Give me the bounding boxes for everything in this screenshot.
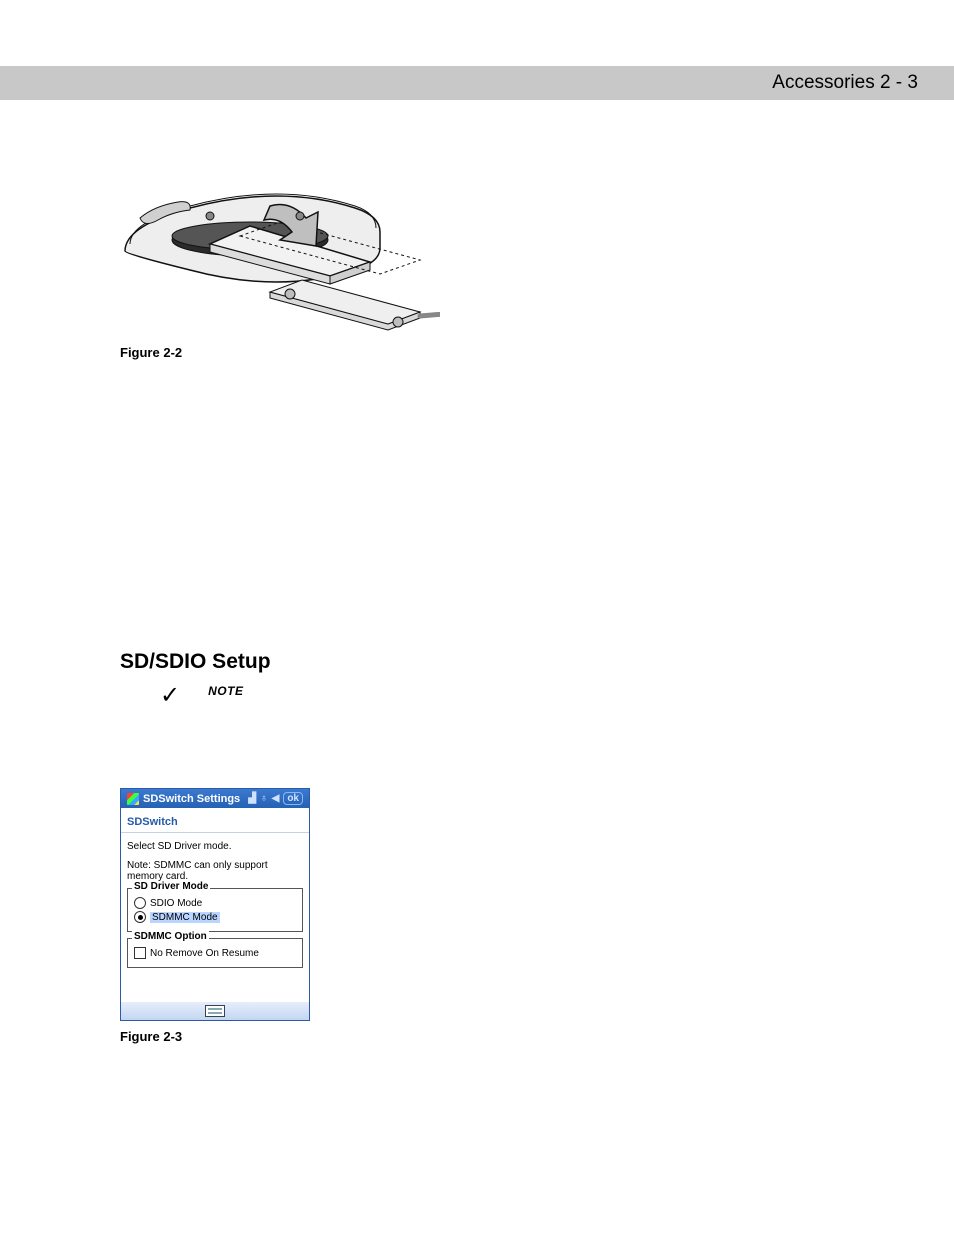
sdmmc-mode-row[interactable]: SDMMC Mode [134,911,296,923]
checkbox-icon[interactable] [134,947,146,959]
screen-footer [121,1002,309,1020]
figure-2-2-caption: Figure 2-2 [120,345,894,360]
screen-line2: Note: SDMMC can only support memory card… [127,860,303,882]
sdio-mode-label: SDIO Mode [150,898,202,909]
page-content: Figure 2-2 SD/SDIO Setup ✓ NOTE SDSwitch… [0,100,954,1104]
ok-button[interactable]: ok [283,792,303,805]
sdmmc-mode-label: SDMMC Mode [150,912,220,923]
screen-titlebar: SDSwitch Settings ▟ ♁ ◀ ok [121,789,309,808]
sdio-mode-row[interactable]: SDIO Mode [134,897,296,909]
keyboard-icon[interactable] [205,1005,225,1017]
page-header: Accessories 2 - 3 [0,66,954,100]
windows-flag-icon [127,793,139,805]
note-label: NOTE [208,684,243,698]
sd-card-insert-illustration [120,166,440,336]
screen-line1: Select SD Driver mode. [127,841,303,852]
figure-2-2: Figure 2-2 [120,166,894,360]
note-block: ✓ NOTE [160,684,894,708]
checkmark-icon: ✓ [160,684,180,708]
figure-2-3-caption: Figure 2-3 [120,1029,894,1044]
no-remove-label: No Remove On Resume [150,948,259,959]
speaker-icon: ◀ [272,793,280,804]
network-icon: ♁ [260,793,268,804]
signal-icon: ▟ [248,793,256,804]
screen-body: Select SD Driver mode. Note: SDMMC can o… [121,833,309,1002]
sdmmc-option-group: SDMMC Option No Remove On Resume [127,938,303,968]
radio-unchecked-icon[interactable] [134,897,146,909]
radio-checked-icon[interactable] [134,911,146,923]
screen-title-text: SDSwitch Settings [143,793,240,805]
no-remove-row[interactable]: No Remove On Resume [134,947,296,959]
sd-driver-mode-legend: SD Driver Mode [132,881,210,892]
sdmmc-option-legend: SDMMC Option [132,931,209,942]
tab-sdswitch[interactable]: SDSwitch [127,816,178,828]
sd-driver-mode-group: SD Driver Mode SDIO Mode SDMMC Mode [127,888,303,932]
section-title: SD/SDIO Setup [120,650,894,674]
header-title: Accessories 2 - 3 [772,72,918,94]
tab-row: SDSwitch [121,808,309,833]
sdswitch-screen: SDSwitch Settings ▟ ♁ ◀ ok SDSwitch Sele… [120,788,310,1021]
